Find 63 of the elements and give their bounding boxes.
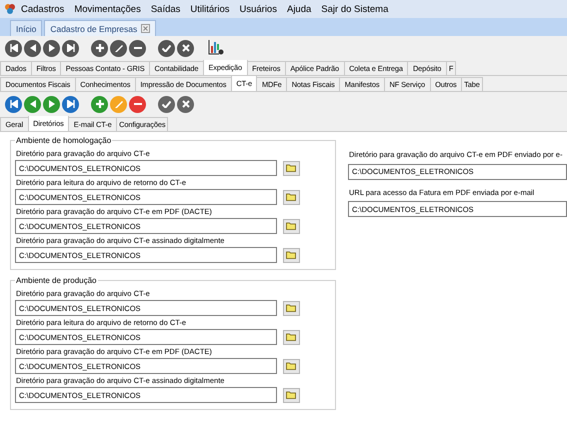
pencil-icon [114,44,122,52]
checkmark-icon [162,44,171,52]
folder-icon [286,304,297,312]
add-button[interactable] [91,96,108,112]
menu-item[interactable]: Sajr do Sistema [316,4,394,14]
folder-icon [286,251,297,259]
remove-button[interactable] [129,40,146,56]
first-record-icon [10,44,18,52]
menu-item[interactable]: Ajuda [282,4,316,14]
folder-icon [286,391,297,399]
next-button[interactable] [43,96,60,112]
folder-icon [286,222,297,230]
group-title: Ambiente de produção [15,276,98,285]
next-button[interactable] [43,40,60,56]
close-icon[interactable] [141,24,150,33]
app-logo-icon [4,3,16,15]
previous-icon [30,100,36,108]
cancel-icon [182,44,190,52]
browse-folder-button[interactable] [283,248,300,262]
edit-button[interactable] [110,40,127,56]
menu-item[interactable]: Cadastros [16,4,70,14]
pencil-icon [114,100,122,108]
next-icon [48,44,54,52]
bar-chart-gear-icon [207,38,225,56]
add-icon [94,43,104,53]
previous-icon [30,44,36,52]
browse-folder-button[interactable] [283,358,300,374]
browse-folder-button[interactable] [283,300,300,316]
folder-icon [286,333,297,341]
add-button[interactable] [91,40,108,56]
first-record-icon [10,100,18,108]
remove-button[interactable] [129,96,146,112]
last-button[interactable] [62,96,79,112]
last-button[interactable] [62,40,79,56]
folder-icon [286,193,297,201]
browse-folder-button[interactable] [283,330,300,344]
browse-folder-button[interactable] [283,388,300,402]
confirm-button[interactable] [158,40,175,56]
previous-button[interactable] [24,40,41,56]
menu-item[interactable]: Movimentações [69,4,146,14]
cancel-icon [182,100,190,108]
previous-button[interactable] [24,96,41,112]
add-icon [94,99,104,109]
menu-item[interactable]: Usuários [234,4,282,14]
folder-icon [286,164,297,172]
menu-item[interactable]: Utilitários [185,4,234,14]
cancel-button[interactable] [177,96,194,112]
next-icon [48,100,54,108]
group-title: Ambiente de homologação [15,136,112,145]
confirm-button[interactable] [158,96,175,112]
browse-folder-button[interactable] [283,160,300,176]
document-tab[interactable]: Início [10,20,42,36]
last-record-icon [66,44,74,52]
cancel-button[interactable] [177,40,194,56]
first-button[interactable] [5,40,22,56]
browse-folder-button[interactable] [283,218,300,234]
menu-item[interactable]: Saídas [146,4,186,14]
browse-folder-button[interactable] [283,190,300,204]
last-record-icon [66,100,74,108]
checkmark-icon [162,100,171,108]
first-button[interactable] [5,96,22,112]
folder-icon [286,362,297,370]
document-tab[interactable]: Cadastro de Empresas [44,20,156,36]
